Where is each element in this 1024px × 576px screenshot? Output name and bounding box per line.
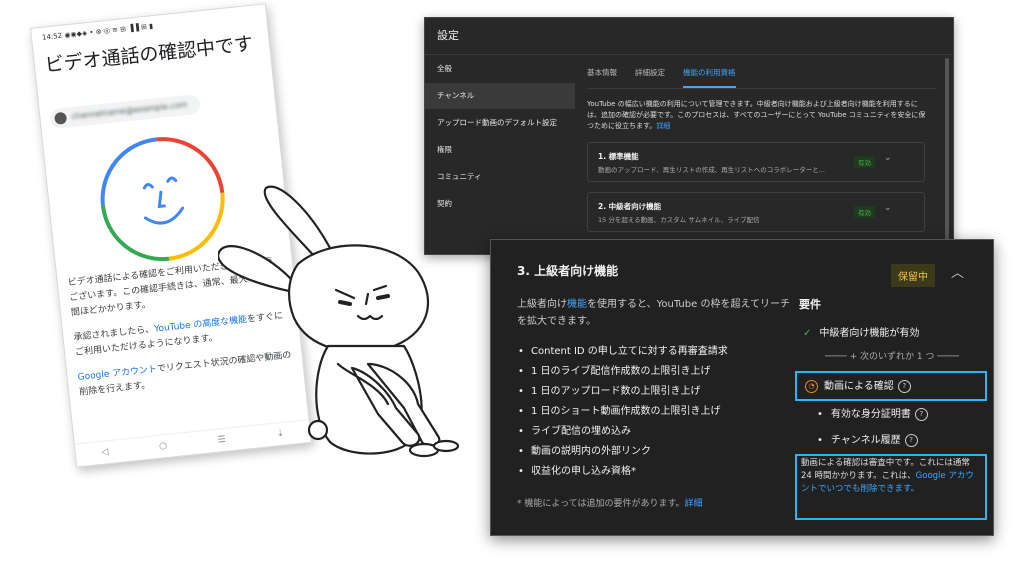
status-badge: 保留中 xyxy=(891,264,935,287)
settings-title: 設定 xyxy=(437,29,459,42)
features-section: 上級者向け機能を使用すると、YouTube の枠を超えてリーチを拡大できます。 … xyxy=(517,296,795,509)
list-item: 動画の説明内の外部リンク xyxy=(518,442,795,462)
help-icon[interactable]: ? xyxy=(914,407,928,421)
settings-window: 設定 全般 チャンネル アップロード動画のデフォルト設定 権限 コミュニティ 契… xyxy=(424,17,954,255)
card-title: 1. 標準機能 xyxy=(598,152,639,161)
tab-basic-info[interactable]: 基本情報 xyxy=(587,58,617,88)
sidebar-item-permissions[interactable]: 権限 xyxy=(425,137,575,163)
intermediate-features-card[interactable]: 2. 中級者向け機能 15 分を超える動画、カスタム サムネイル、ライブ配信 有… xyxy=(587,192,925,232)
card-subtitle: 動画のアップロード、再生リストの作成、再生リストへのコラボレーターと... xyxy=(598,166,825,174)
description-text: YouTube の幅広い機能の利用について管理できます。中級者向け機能および上級… xyxy=(587,100,926,130)
help-icon[interactable]: ? xyxy=(897,379,911,393)
chevron-down-icon[interactable]: ⌄ xyxy=(884,203,892,213)
clock-icon: ◔ xyxy=(805,379,818,393)
eligibility-description: YouTube の幅広い機能の利用について管理できます。中級者向け機能および上級… xyxy=(587,99,927,132)
learn-more-link[interactable]: 詳細 xyxy=(685,499,703,509)
requirements-section: 要件 ✓ 中級者向け機能が有効 ──── + 次のいずれか 1 つ ──── xyxy=(799,296,985,362)
back-icon[interactable]: ◁ xyxy=(101,447,109,458)
rabbit-illustration xyxy=(218,185,460,458)
check-icon: ✓ xyxy=(803,328,812,339)
requirement-option-id[interactable]: • 有効な身分証明書? xyxy=(817,405,928,421)
requirement-option-history[interactable]: • チャンネル履歴? xyxy=(817,431,918,447)
sidebar-item-channel[interactable]: チャンネル xyxy=(425,83,575,109)
divider-label: + 次のいずれか 1 つ xyxy=(849,352,935,362)
list-item: 1 日のアップロード数の上限引き上げ xyxy=(518,382,795,402)
settings-tabs: 基本情報 詳細設定 機能の利用資格 xyxy=(587,58,937,89)
card-subtitle: 15 分を超える動画、カスタム サムネイル、ライブ配信 xyxy=(598,216,760,224)
features-intro: 上級者向け機能を使用すると、YouTube の枠を超えてリーチを拡大できます。 xyxy=(517,296,795,330)
note-text: * 機能によっては追加の要件があります。 xyxy=(517,499,685,509)
feature-list: Content ID の申し立てに対する再審査請求 1 日のライブ配信作成数の上… xyxy=(517,342,795,482)
home-icon[interactable]: ○ xyxy=(159,441,168,452)
settings-main: 基本情報 詳細設定 機能の利用資格 YouTube の幅広い機能の利用について管… xyxy=(587,58,937,232)
advanced-features-panel: 3. 上級者向け機能 保留中 ︿ 上級者向け機能を使用すると、YouTube の… xyxy=(490,239,994,536)
sidebar-item-upload-defaults[interactable]: アップロード動画のデフォルト設定 xyxy=(425,110,575,136)
status-badge: 有効 xyxy=(854,206,875,218)
requirement-met: ✓ 中級者向け機能が有効 xyxy=(799,324,985,339)
learn-more-link[interactable]: 詳細 xyxy=(656,122,670,130)
option-label: 動画による確認 xyxy=(824,381,894,392)
list-item: 収益化の申し込み資格* xyxy=(518,462,795,482)
requirements-note: * 機能によっては追加の要件があります。詳細 xyxy=(517,496,795,509)
review-status-message: 動画による確認は審査中です。これには通常 24 時間かかります。これは、Goog… xyxy=(795,454,987,499)
any-one-divider: ──── + 次のいずれか 1 つ ──── xyxy=(825,352,959,362)
intro-text: 上級者向け xyxy=(517,299,567,310)
standard-features-card[interactable]: 1. 標準機能 動画のアップロード、再生リストの作成、再生リストへのコラボレータ… xyxy=(587,142,925,182)
status-badge: 有効 xyxy=(854,156,875,168)
bullet-icon: • xyxy=(817,409,823,420)
bullet-icon: • xyxy=(817,435,823,446)
list-item: 1 日のライブ配信作成数の上限引き上げ xyxy=(518,362,795,382)
sidebar-item-general[interactable]: 全般 xyxy=(425,56,575,82)
account-email: channelname@example.com xyxy=(71,100,188,122)
account-chip[interactable]: channelname@example.com xyxy=(49,93,201,130)
requirement-option-video[interactable]: ◔ 動画による確認? xyxy=(805,377,911,393)
scrollbar[interactable] xyxy=(945,58,949,248)
status-bar: 14:52 ◉◉◆◈ • ⊗ ◎ ≋ ⊞ ▐▐ ⊞ ▮ xyxy=(41,22,154,42)
list-item: 1 日のショート動画作成数の上限引き上げ xyxy=(518,402,795,422)
tab-feature-eligibility[interactable]: 機能の利用資格 xyxy=(683,58,736,88)
settings-header: 設定 xyxy=(425,18,953,55)
face-verification-icon xyxy=(100,137,225,262)
list-item: Content ID の申し立てに対する再審査請求 xyxy=(518,342,795,362)
help-icon[interactable]: ? xyxy=(904,433,918,447)
chevron-up-icon[interactable]: ︿ xyxy=(951,262,964,281)
chevron-down-icon[interactable]: ⌄ xyxy=(884,153,892,163)
list-item: ライブ配信の埋め込み xyxy=(518,422,795,442)
option-label: チャンネル履歴 xyxy=(830,435,901,446)
features-link[interactable]: 機能 xyxy=(567,299,587,310)
avatar xyxy=(53,111,68,125)
requirements-title: 要件 xyxy=(799,298,821,311)
card-title: 2. 中級者向け機能 xyxy=(598,202,662,211)
requirement-label: 中級者向け機能が有効 xyxy=(819,328,920,339)
tab-advanced-settings[interactable]: 詳細設定 xyxy=(635,58,665,88)
option-label: 有効な身分証明書 xyxy=(830,409,911,420)
panel-title: 3. 上級者向け機能 xyxy=(517,264,619,278)
